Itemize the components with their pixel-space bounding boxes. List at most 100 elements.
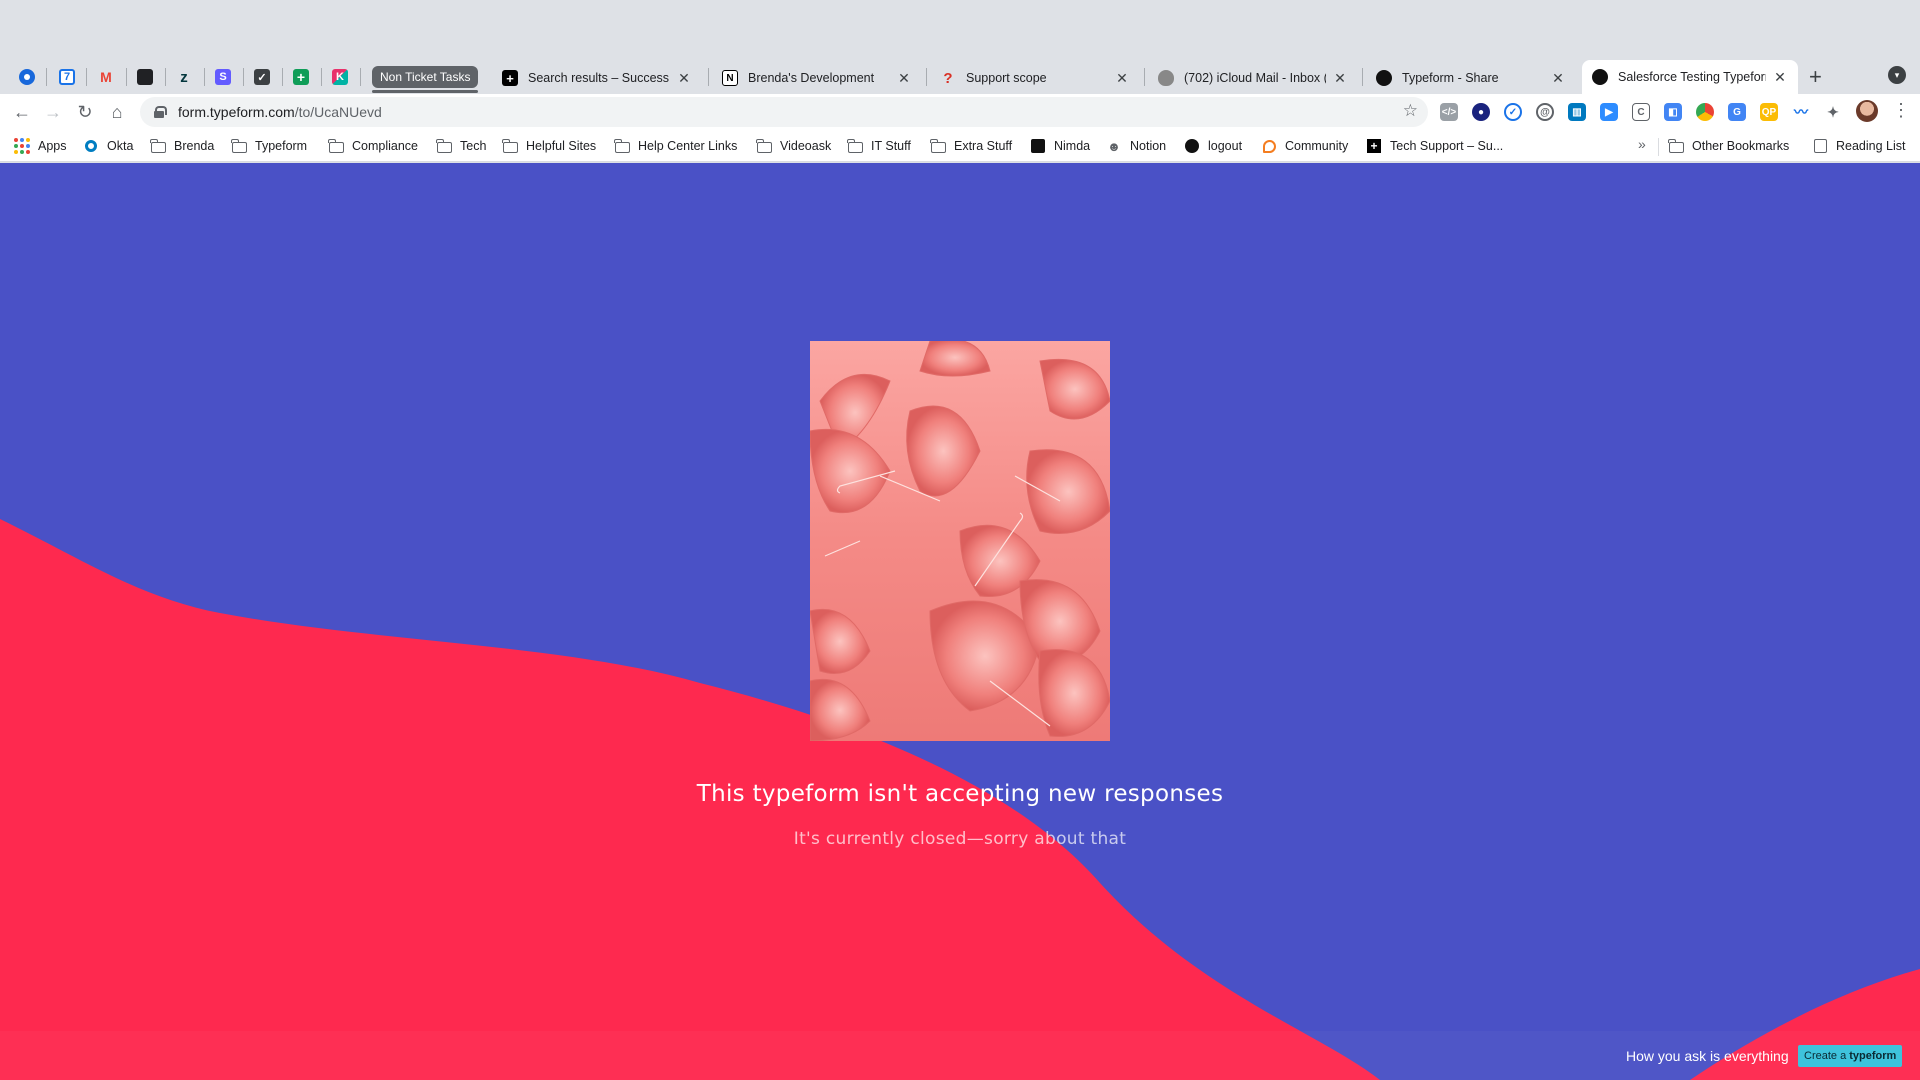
bookmark-community[interactable]: Community [1261, 136, 1348, 156]
reading-list-icon [1812, 138, 1828, 154]
nimda-icon [1030, 138, 1046, 154]
back-arrow-icon[interactable]: ← [10, 100, 34, 124]
more-vertical-icon[interactable]: ⋮ [1892, 100, 1910, 121]
pinned-tab-app[interactable] [130, 64, 160, 90]
folder-icon [1667, 138, 1684, 154]
bookmark-reading-list[interactable]: Reading List [1812, 136, 1906, 156]
translate-icon[interactable]: G [1728, 103, 1746, 121]
tab-group-label[interactable]: Non Ticket Tasks [372, 66, 479, 88]
folder-icon [755, 138, 772, 154]
bookmark-label: Nimda [1054, 139, 1091, 153]
bookmark-folder-helpful-sites[interactable]: Helpful Sites [501, 136, 596, 156]
bookmark-tech-support[interactable]: + Tech Support – Su... [1366, 136, 1503, 156]
trello-icon[interactable]: ▥ [1568, 103, 1586, 121]
zoom-icon[interactable]: ▶ [1600, 103, 1618, 121]
bookmark-okta[interactable]: Okta [83, 136, 133, 156]
url-path: /to/UcaNUevd [294, 104, 382, 120]
folder-icon [613, 138, 630, 154]
check-extension-icon[interactable]: ✓ [1504, 103, 1522, 121]
umbrellas-image [810, 341, 1110, 741]
tab-title: Brenda's Development [748, 71, 875, 85]
notion-icon: N [722, 70, 738, 86]
forward-arrow-icon[interactable]: → [41, 100, 65, 124]
waveform-extension-icon[interactable]: 〰 [1792, 103, 1810, 121]
home-icon[interactable]: ⌂ [105, 100, 129, 124]
close-icon[interactable]: ✕ [896, 70, 912, 87]
tab-icloud-mail[interactable]: (702) iCloud Mail - Inbox (1 ✕ [1148, 62, 1358, 94]
bookmark-label: Tech [460, 139, 487, 153]
reload-icon[interactable]: ↻ [73, 100, 97, 124]
close-icon[interactable]: ✕ [1772, 69, 1788, 86]
pinned-tab-sheets[interactable]: + [286, 64, 316, 90]
pinned-tab-stripe[interactable]: S [208, 64, 238, 90]
closed-headline: This typeform isn't accepting new respon… [696, 781, 1224, 807]
typeform-closed-page: This typeform isn't accepting new respon… [0, 163, 1920, 1080]
help-center-icon: + [1366, 138, 1382, 154]
pinned-tab-calendar[interactable]: 7 [52, 64, 82, 90]
pinned-tab-opsgenie[interactable] [12, 64, 42, 90]
extension-circle-icon[interactable]: ● [1472, 103, 1490, 121]
create-a-typeform-button[interactable]: Create a typeform [1798, 1045, 1903, 1067]
community-icon [1261, 138, 1277, 154]
tab-support-scope[interactable]: ? Support scope ✕ [930, 62, 1140, 94]
chrome-extension-icon[interactable] [1696, 103, 1714, 121]
bookmark-label: Community [1285, 139, 1349, 153]
bookmark-logout[interactable]: logout [1184, 136, 1242, 156]
tab-salesforce-testing-typeform[interactable]: Salesforce Testing Typeform ✕ [1582, 60, 1798, 94]
qp-extension-icon[interactable]: QP [1760, 103, 1778, 121]
pinned-tab-tasks[interactable]: ✓ [247, 64, 277, 90]
address-bar[interactable]: form.typeform.com/to/UcaNUevd ☆ [140, 97, 1428, 127]
gmail-icon: M [100, 69, 112, 85]
lock-icon[interactable] [154, 106, 167, 118]
more-bookmarks-chevron-icon[interactable]: » [1638, 136, 1646, 152]
puzzle-extensions-icon[interactable]: ✦ [1824, 103, 1842, 121]
pinned-tab-zendesk[interactable]: z [169, 64, 199, 90]
tab-title: Salesforce Testing Typeform [1618, 70, 1766, 84]
typeform-icon [1184, 138, 1200, 154]
pinned-tab-kustomer[interactable]: K [325, 64, 355, 90]
bookmark-folder-help-center-links[interactable]: Help Center Links [613, 136, 738, 156]
tab-group-underline [372, 90, 478, 93]
bookmark-folder-videoask[interactable]: Videoask [755, 136, 831, 156]
password-extension-icon[interactable]: @ [1536, 103, 1554, 121]
bookmark-star-icon[interactable]: ☆ [1403, 101, 1418, 121]
close-icon[interactable]: ✕ [1550, 70, 1566, 87]
bookmark-folder-brenda[interactable]: Brenda [149, 136, 215, 156]
typeform-icon [1592, 69, 1608, 85]
code-extension-icon[interactable]: </> [1440, 103, 1458, 121]
tab-brendas-development[interactable]: N Brenda's Development ✕ [712, 62, 922, 94]
folder-icon [327, 138, 344, 154]
tab-search-chevron-icon[interactable]: ▾ [1888, 66, 1906, 84]
url-text[interactable]: form.typeform.com/to/UcaNUevd [178, 104, 382, 120]
profile-avatar[interactable] [1856, 100, 1878, 122]
clockify-icon[interactable]: C [1632, 103, 1650, 121]
close-icon[interactable]: ✕ [1332, 70, 1348, 87]
bookmark-apps[interactable]: Apps [14, 136, 67, 156]
close-icon[interactable]: ✕ [676, 70, 692, 87]
bookmark-notion[interactable]: ☻ Notion [1106, 136, 1166, 156]
pinned-tab-gmail[interactable]: M [91, 64, 121, 90]
tab-search-results[interactable]: + Search results – Success C ✕ [492, 62, 702, 94]
folder-icon [929, 138, 946, 154]
bookmark-label: Notion [1130, 139, 1167, 153]
bookmark-label: Reading List [1836, 139, 1906, 153]
bookmark-folder-it-stuff[interactable]: IT Stuff [846, 136, 911, 156]
tab-title: Search results – Success C [528, 71, 670, 85]
footer-tagline: How you ask is everything [1626, 1048, 1789, 1064]
bookmark-folder-compliance[interactable]: Compliance [327, 136, 418, 156]
close-icon[interactable]: ✕ [1114, 70, 1130, 87]
new-tab-plus-icon[interactable]: + [1809, 64, 1822, 90]
bookmark-folder-tech[interactable]: Tech [435, 136, 487, 156]
cta-brand: typeform [1849, 1050, 1897, 1062]
bookmark-label: Help Center Links [638, 139, 738, 153]
cta-prefix: Create a [1804, 1050, 1847, 1062]
bookmark-folder-extra-stuff[interactable]: Extra Stuff [929, 136, 1012, 156]
docs-extension-icon[interactable]: ◧ [1664, 103, 1682, 121]
bookmark-nimda[interactable]: Nimda [1030, 136, 1090, 156]
folder-icon [435, 138, 452, 154]
bookmark-label: Brenda [174, 139, 215, 153]
tab-typeform-share[interactable]: Typeform - Share ✕ [1366, 62, 1576, 94]
browser-tab-strip: 7 M z S ✓ + K Non Ticket Tasks + Search … [0, 0, 1920, 94]
bookmark-other-bookmarks[interactable]: Other Bookmarks [1667, 136, 1789, 156]
bookmark-folder-typeform[interactable]: Typeform [230, 136, 307, 156]
